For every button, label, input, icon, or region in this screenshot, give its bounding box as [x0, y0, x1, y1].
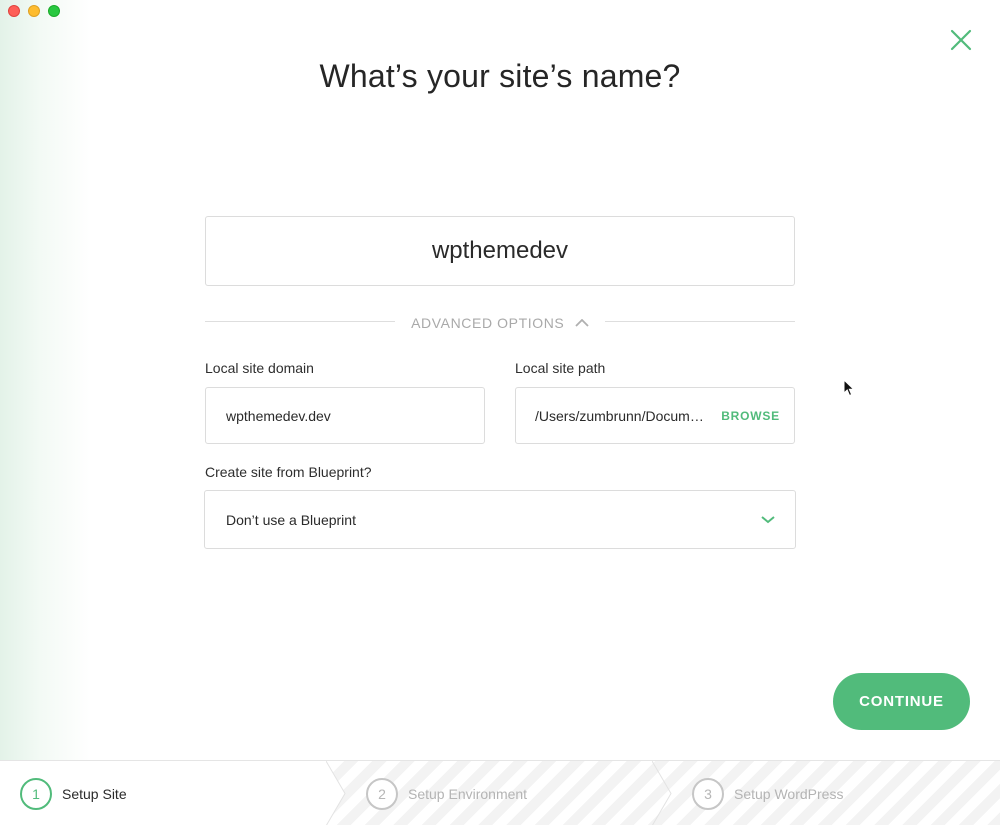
path-value: /Users/zumbrunn/Documents/Local Sites/wp…	[535, 407, 711, 424]
setup-steps-bar: 1 Setup Site 2 Setup Environment 3 Setup…	[0, 760, 1000, 825]
step-number-circle: 1	[20, 777, 52, 810]
step-label: Setup Environment	[408, 785, 528, 802]
advanced-options-label: ADVANCED OPTIONS	[411, 315, 565, 331]
path-label: Local site path	[515, 360, 606, 376]
domain-value: wpthemedev.dev	[226, 407, 331, 424]
side-gradient	[0, 0, 90, 760]
advanced-options-divider: ADVANCED OPTIONS	[205, 310, 795, 334]
blueprint-selected-value: Don’t use a Blueprint	[226, 511, 356, 528]
page-title: What’s your site’s name?	[319, 58, 681, 94]
step-number-circle: 2	[366, 777, 398, 810]
blueprint-label: Create site from Blueprint?	[205, 464, 372, 480]
domain-label: Local site domain	[205, 360, 314, 376]
step-label: Setup Site	[62, 785, 127, 802]
site-name-input[interactable]: wpthemedev	[205, 216, 795, 286]
step-number-circle: 3	[692, 777, 724, 810]
new-site-window: What’s your site’s name? wpthemedev ADVA…	[0, 0, 1000, 825]
step-setup-environment[interactable]: 2 Setup Environment	[366, 761, 527, 825]
step-setup-site[interactable]: 1 Setup Site	[20, 761, 127, 825]
chevron-up-icon	[575, 314, 589, 330]
close-icon[interactable]	[948, 27, 974, 53]
minimize-window-button[interactable]	[28, 5, 40, 17]
continue-button[interactable]: CONTINUE	[833, 673, 970, 730]
close-window-button[interactable]	[8, 5, 20, 17]
zoom-window-button[interactable]	[48, 5, 60, 17]
step-separator-icon	[326, 761, 346, 825]
domain-field[interactable]: wpthemedev.dev	[205, 387, 485, 444]
site-name-value: wpthemedev	[431, 237, 569, 264]
browse-button[interactable]: BROWSE	[721, 409, 780, 423]
window-controls	[8, 5, 60, 17]
step-setup-wordpress[interactable]: 3 Setup WordPress	[692, 761, 843, 825]
mouse-cursor-icon	[843, 379, 855, 397]
step-separator-icon	[652, 761, 672, 825]
blueprint-select[interactable]: Don’t use a Blueprint	[204, 490, 796, 549]
chevron-down-icon	[761, 515, 775, 523]
step-label: Setup WordPress	[734, 785, 844, 802]
path-field[interactable]: /Users/zumbrunn/Documents/Local Sites/wp…	[515, 387, 795, 444]
advanced-options-toggle[interactable]: ADVANCED OPTIONS	[205, 314, 795, 331]
